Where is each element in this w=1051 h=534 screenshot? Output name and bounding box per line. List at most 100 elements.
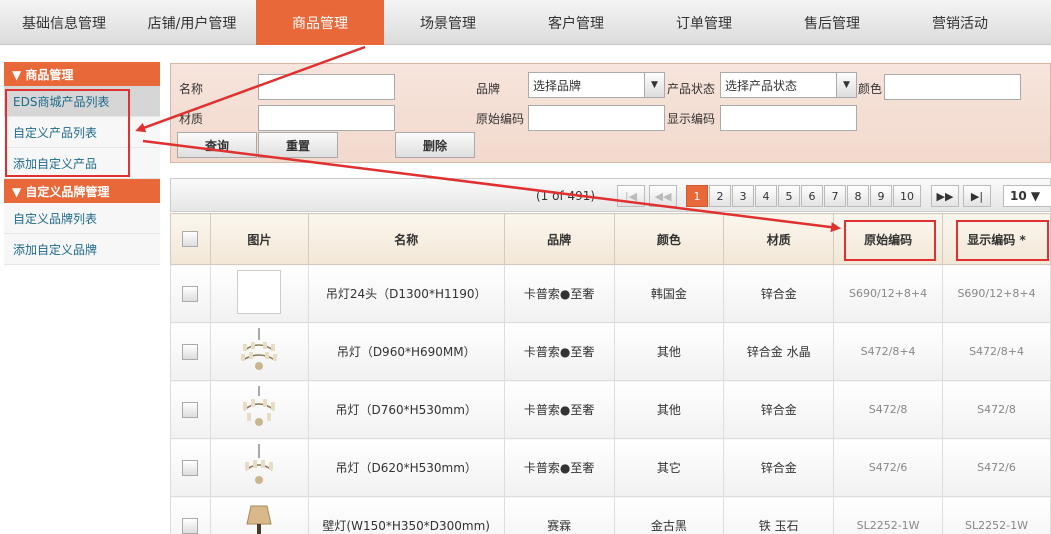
table-row[interactable]: 壁灯(W150*H350*D300mm) 赛霖 金古黑 铁 玉石 SL2252-… [170, 496, 1051, 534]
annotation-box-sidebar [5, 89, 130, 177]
sidebar-item-add-custom-brand[interactable]: 添加自定义品牌 [4, 234, 160, 265]
row-select-cell [170, 264, 211, 323]
name-label: 名称 [179, 82, 204, 96]
product-material: 锌合金 [723, 264, 835, 323]
product-image-cell [209, 438, 309, 497]
product-orig-code: SL2252-1W [833, 496, 944, 534]
query-button[interactable]: 查询 [177, 132, 257, 158]
annotation-box-orig-code [844, 220, 936, 261]
nav-tab-customers[interactable]: 客户管理 [512, 0, 640, 45]
page-size-select[interactable]: 10 ▼ [1003, 185, 1051, 207]
nav-tab-basic-info[interactable]: 基础信息管理 [0, 0, 128, 45]
delete-button[interactable]: 删除 [395, 132, 475, 158]
sidebar-group-products[interactable]: ▼ 商品管理 [4, 62, 160, 86]
row-select-cell [170, 496, 211, 534]
chandelier-icon [245, 444, 274, 484]
next-page-button[interactable]: ▶▶ [931, 185, 959, 207]
nav-tab-after-sales[interactable]: 售后管理 [768, 0, 896, 45]
sidebar-item-custom-brands[interactable]: 自定义品牌列表 [4, 203, 160, 234]
row-checkbox[interactable] [182, 343, 199, 360]
product-color: 金古黑 [613, 496, 725, 534]
orig-code-input[interactable] [528, 105, 665, 131]
page-info: (1 of 491) [536, 189, 596, 203]
chevron-down-icon[interactable]: ▼ [836, 73, 856, 97]
material-label: 材质 [179, 112, 204, 126]
page-button-8[interactable]: 8 [847, 185, 869, 207]
nav-tab-products[interactable]: 商品管理 [256, 0, 384, 45]
page-button-3[interactable]: 3 [732, 185, 754, 207]
product-color: 其他 [613, 322, 725, 381]
page-button-10[interactable]: 10 [893, 185, 921, 207]
prev-page-button[interactable]: ◀◀ [649, 185, 677, 207]
top-nav: 基础信息管理 店铺/用户管理 商品管理 场景管理 客户管理 订单管理 售后管理 … [0, 0, 1051, 45]
brand-select-value: 选择品牌 [533, 78, 582, 93]
page-button-7[interactable]: 7 [824, 185, 846, 207]
row-select-cell [170, 322, 211, 381]
page-button-4[interactable]: 4 [755, 185, 777, 207]
name-input[interactable] [258, 74, 395, 100]
display-code-label: 显示编码 [667, 112, 716, 126]
page-button-9[interactable]: 9 [870, 185, 892, 207]
nav-tab-scenes[interactable]: 场景管理 [384, 0, 512, 45]
column-header-brand: 品牌 [503, 213, 615, 265]
product-brand: 卡普索●至奢 [503, 322, 615, 381]
table-row[interactable]: 吊灯（D960*H690MM） 卡普索●至奢 其他 锌合金 水晶 S472/8+… [170, 322, 1051, 381]
color-input[interactable] [884, 74, 1021, 100]
row-select-cell [170, 380, 211, 439]
product-material: 锌合金 [723, 438, 835, 497]
nav-tab-store-user[interactable]: 店铺/用户管理 [128, 0, 256, 45]
chevron-down-icon[interactable]: ▼ [644, 73, 664, 97]
product-name: 壁灯(W150*H350*D300mm) [307, 496, 505, 534]
product-material: 锌合金 [723, 380, 835, 439]
row-checkbox[interactable] [182, 401, 199, 418]
status-select-value: 选择产品状态 [725, 78, 798, 93]
wall-lamp-icon [246, 505, 272, 534]
column-header-material: 材质 [723, 213, 835, 265]
page-button-1[interactable]: 1 [686, 185, 708, 207]
page-button-5[interactable]: 5 [778, 185, 800, 207]
brand-select[interactable]: 选择品牌 ▼ [528, 72, 665, 98]
last-page-button[interactable]: ▶| [963, 185, 991, 207]
product-orig-code: S472/8+4 [833, 322, 944, 381]
annotation-box-display-code [956, 220, 1049, 261]
nav-tab-orders[interactable]: 订单管理 [640, 0, 768, 45]
column-header-name: 名称 [307, 213, 505, 265]
first-page-button[interactable]: |◀ [617, 185, 645, 207]
page-button-2[interactable]: 2 [709, 185, 731, 207]
status-select[interactable]: 选择产品状态 ▼ [720, 72, 857, 98]
display-code-input[interactable] [720, 105, 857, 131]
chandelier-icon [241, 328, 278, 370]
product-name: 吊灯（D760*H530mm） [307, 380, 505, 439]
product-image-cell [209, 496, 309, 534]
material-input[interactable] [258, 105, 395, 131]
product-display-code: S472/8+4 [942, 322, 1051, 381]
product-image-cell [209, 264, 309, 323]
page-button-6[interactable]: 6 [801, 185, 823, 207]
row-checkbox[interactable] [182, 517, 199, 534]
row-select-cell [170, 438, 211, 497]
table-row[interactable]: 吊灯（D620*H530mm） 卡普索●至奢 其它 锌合金 S472/6 S47… [170, 438, 1051, 497]
row-checkbox[interactable] [182, 459, 199, 476]
product-material: 锌合金 水晶 [723, 322, 835, 381]
search-panel: 名称 材质 品牌 选择品牌 ▼ 产品状态 选择产品状态 ▼ 颜色 原始编码 显示… [170, 63, 1051, 163]
product-name: 吊灯（D620*H530mm） [307, 438, 505, 497]
table-row[interactable]: 吊灯24头（D1300*H1190） 卡普索●至奢 韩国金 锌合金 S690/1… [170, 264, 1051, 323]
product-table: 图片 名称 品牌 颜色 材质 原始编码 显示编码 * 吊灯24头（D1300*H… [170, 213, 1051, 534]
row-checkbox[interactable] [182, 285, 199, 302]
product-color: 其它 [613, 438, 725, 497]
select-all-header [170, 213, 211, 265]
select-all-checkbox[interactable] [182, 231, 199, 247]
product-display-code: S690/12+8+4 [942, 264, 1051, 323]
reset-button[interactable]: 重置 [258, 132, 338, 158]
product-color: 其他 [613, 380, 725, 439]
product-image-cell [209, 322, 309, 381]
product-orig-code: S472/6 [833, 438, 944, 497]
sidebar-group-brands[interactable]: ▼ 自定义品牌管理 [4, 179, 160, 203]
nav-tab-marketing[interactable]: 营销活动 [896, 0, 1024, 45]
paginator: (1 of 491) |◀ ◀◀ 1 2 3 4 5 6 7 8 9 10 ▶▶… [170, 178, 1051, 212]
chandelier-icon [243, 386, 276, 426]
column-header-image: 图片 [209, 213, 309, 265]
product-name: 吊灯24头（D1300*H1190） [307, 264, 505, 323]
status-label: 产品状态 [667, 82, 716, 96]
table-row[interactable]: 吊灯（D760*H530mm） 卡普索●至奢 其他 锌合金 S472/8 S47… [170, 380, 1051, 439]
